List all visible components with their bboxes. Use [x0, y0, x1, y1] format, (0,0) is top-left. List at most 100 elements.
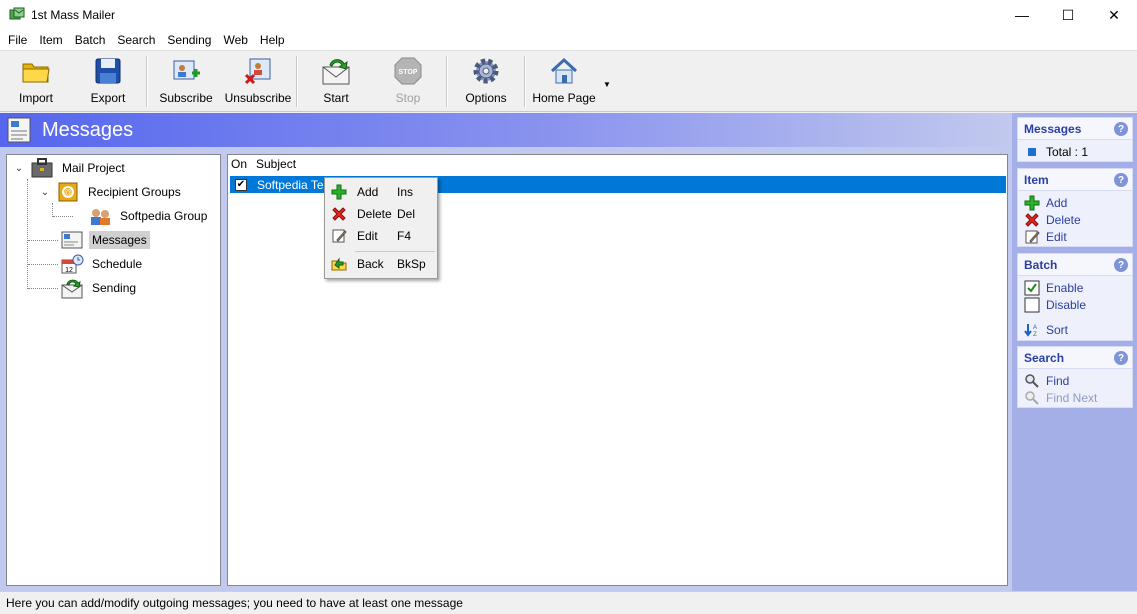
sidebar-link-label: Find: [1046, 373, 1070, 388]
status-bar: Here you can add/modify outgoing message…: [0, 591, 1137, 614]
help-icon[interactable]: ?: [1114, 122, 1128, 136]
collapse-icon[interactable]: ⌄: [39, 187, 51, 198]
home-page-label: Home Page: [532, 91, 596, 105]
help-icon[interactable]: ?: [1114, 173, 1128, 187]
column-header-on[interactable]: On: [228, 157, 256, 171]
sidebar-find-link[interactable]: Find: [1018, 372, 1132, 389]
minimize-button[interactable]: —: [999, 0, 1045, 30]
toolbar-separator: [146, 56, 148, 107]
context-menu-label: Delete: [357, 207, 392, 221]
tree-node-sending[interactable]: Sending: [59, 277, 139, 299]
tree-node-mail-project[interactable]: ⌄ Mail Project: [13, 157, 128, 179]
sidebar-group-title[interactable]: Batch ?: [1018, 254, 1132, 276]
subscribe-button[interactable]: Subscribe: [150, 52, 222, 111]
edit-pencil-icon: [1025, 230, 1040, 243]
app-icon: [9, 7, 25, 20]
tree-node-messages[interactable]: Messages: [59, 229, 150, 251]
enabled-checkbox[interactable]: ✔: [235, 178, 247, 191]
subscribe-card-icon: [173, 60, 200, 80]
main-area: Messages ⌄ Mail Project ⌄ @ Recipient Gr…: [0, 113, 1012, 591]
edit-pencil-icon: [332, 229, 347, 243]
help-icon[interactable]: ?: [1114, 351, 1128, 365]
stop-label: Stop: [395, 91, 421, 105]
tree-line: [53, 216, 73, 217]
context-menu-add[interactable]: Add Ins: [327, 181, 435, 203]
home-icon: [550, 57, 578, 84]
menu-web[interactable]: Web: [217, 33, 253, 47]
home-page-dropdown[interactable]: ▼: [600, 52, 614, 111]
tree-node-schedule[interactable]: 12 Schedule: [59, 253, 145, 275]
stop-sign-icon: STOP: [394, 57, 422, 85]
tree-label: Schedule: [92, 257, 143, 271]
tree-label: Messages: [89, 231, 150, 249]
close-button[interactable]: ✕: [1091, 0, 1137, 30]
project-tree: ⌄ Mail Project ⌄ @ Recipient Groups Soft…: [6, 154, 221, 586]
help-icon[interactable]: ?: [1114, 258, 1128, 272]
sidebar-group-search: Search ? Find Find Next: [1017, 346, 1133, 408]
message-subject: Softpedia Test: [257, 177, 333, 192]
menu-item[interactable]: Item: [33, 33, 68, 47]
status-text: Here you can add/modify outgoing message…: [6, 596, 463, 610]
sidebar-group-label: Item: [1024, 172, 1049, 187]
toolbar-separator: [296, 56, 298, 107]
unsubscribe-button[interactable]: Unsubscribe: [222, 52, 294, 111]
collapse-icon[interactable]: ⌄: [13, 163, 25, 174]
list-header: On Subject: [228, 155, 1007, 173]
messages-icon: [61, 231, 83, 249]
users-group-icon: [91, 209, 110, 225]
options-label: Options: [465, 91, 507, 105]
sidebar-delete-link[interactable]: Delete: [1018, 211, 1132, 228]
tree-line: [27, 179, 28, 289]
menu-sending[interactable]: Sending: [161, 33, 217, 47]
unchecked-box-icon: [1024, 297, 1040, 312]
back-folder-icon: [331, 257, 347, 271]
title-bar: 1st Mass Mailer — ☐ ✕: [0, 0, 1137, 30]
context-menu-delete[interactable]: Delete Del: [327, 203, 435, 225]
context-menu-edit[interactable]: Edit F4: [327, 225, 435, 247]
column-header-subject[interactable]: Subject: [256, 157, 296, 171]
svg-text:STOP: STOP: [399, 69, 418, 76]
context-menu-back[interactable]: Back BkSp: [327, 253, 435, 275]
sidebar-sort-link[interactable]: A Z Sort: [1018, 321, 1132, 338]
svg-text:@: @: [64, 188, 72, 197]
sidebar-disable-link[interactable]: Disable: [1018, 296, 1132, 313]
menu-search[interactable]: Search: [111, 33, 161, 47]
export-button[interactable]: Export: [72, 52, 144, 111]
tree-line: [28, 264, 58, 265]
stop-button[interactable]: STOP Stop: [372, 52, 444, 111]
menu-batch[interactable]: Batch: [69, 33, 112, 47]
sidebar-find-next-link[interactable]: Find Next: [1018, 389, 1132, 406]
tree-label: Softpedia Group: [120, 209, 208, 223]
options-button[interactable]: Options: [450, 52, 522, 111]
bullet-square-icon: [1028, 147, 1036, 156]
menu-file[interactable]: File: [2, 33, 33, 47]
sidebar-group-title[interactable]: Item ?: [1018, 169, 1132, 191]
sidebar-group-label: Batch: [1024, 257, 1058, 272]
sidebar-edit-link[interactable]: Edit: [1018, 228, 1132, 245]
import-button[interactable]: Import: [0, 52, 72, 111]
home-page-button[interactable]: Home Page: [528, 52, 600, 111]
sidebar-group-title[interactable]: Messages ?: [1018, 118, 1132, 140]
unsubscribe-card-icon: [244, 58, 271, 85]
sidebar-group-messages: Messages ? Total : 1: [1017, 117, 1133, 162]
sidebar-enable-link[interactable]: Enable: [1018, 279, 1132, 296]
context-menu-label: Back: [357, 257, 384, 271]
tree-node-recipient-groups[interactable]: ⌄ @ Recipient Groups: [39, 181, 184, 203]
search-icon: [1025, 373, 1039, 388]
sidebar-link-label: Enable: [1046, 280, 1084, 295]
tree-node-softpedia-group[interactable]: Softpedia Group: [87, 205, 210, 227]
window-title: 1st Mass Mailer: [31, 8, 116, 22]
floppy-disk-icon: [95, 58, 121, 84]
messages-total: Total : 1: [1018, 143, 1132, 160]
sidebar-group-title[interactable]: Search ?: [1018, 347, 1132, 369]
toolbar: Import Export Subscribe Unsubscribe Star…: [0, 52, 1137, 112]
sort-icon: A Z: [1024, 323, 1037, 338]
svg-text:Z: Z: [1033, 332, 1037, 338]
plus-icon: [331, 184, 347, 200]
import-label: Import: [18, 91, 53, 105]
menu-help[interactable]: Help: [254, 33, 291, 47]
sidebar-add-link[interactable]: Add: [1018, 194, 1132, 211]
maximize-button[interactable]: ☐: [1045, 0, 1091, 30]
envelope-send-icon: [61, 279, 83, 299]
start-button[interactable]: Start: [300, 52, 372, 111]
